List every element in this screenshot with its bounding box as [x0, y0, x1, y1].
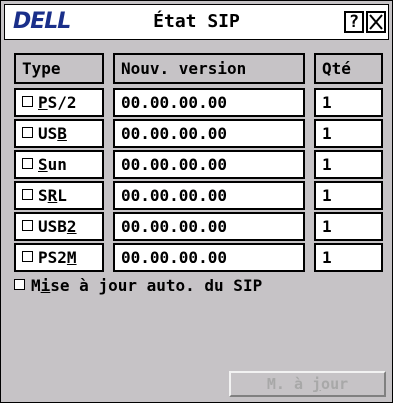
type-checkbox[interactable]: PS2M [14, 243, 104, 272]
type-checkbox[interactable]: SRL [14, 181, 104, 210]
close-button[interactable] [366, 11, 386, 33]
version-cell: 00.00.00.00 [113, 88, 305, 117]
type-checkbox-box[interactable] [22, 220, 33, 231]
version-cell: 00.00.00.00 [113, 150, 305, 179]
type-checkbox[interactable]: USB2 [14, 212, 104, 241]
quantity-cell: 1 [314, 88, 383, 117]
update-button[interactable]: M. à jour [229, 371, 386, 397]
type-checkbox-box[interactable] [22, 158, 33, 169]
auto-update-checkbox[interactable]: Mise à jour auto. du SIP [14, 273, 262, 299]
type-checkbox[interactable]: Sun [14, 150, 104, 179]
quantity-cell: 1 [314, 150, 383, 179]
header-new-version: Nouv. version [113, 53, 305, 84]
auto-update-box[interactable] [14, 279, 25, 290]
version-cell: 00.00.00.00 [113, 212, 305, 241]
type-checkbox-box[interactable] [22, 189, 33, 200]
title-bar: DELL État SIP ? [4, 4, 389, 40]
quantity-cell: 1 [314, 243, 383, 272]
version-cell: 00.00.00.00 [113, 119, 305, 148]
type-checkbox-box[interactable] [22, 251, 33, 262]
quantity-cell: 1 [314, 212, 383, 241]
header-type: Type [14, 53, 104, 84]
window-title: État SIP [153, 11, 240, 32]
version-cell: 00.00.00.00 [113, 181, 305, 210]
version-cell: 00.00.00.00 [113, 243, 305, 272]
type-checkbox-box[interactable] [22, 127, 33, 138]
sip-status-dialog: DELL État SIP ? Type Nouv. version Qté P… [0, 0, 393, 403]
help-icon: ? [348, 12, 360, 32]
type-checkbox[interactable]: USB [14, 119, 104, 148]
type-checkbox[interactable]: PS/2 [14, 88, 104, 117]
type-checkbox-box[interactable] [22, 96, 33, 107]
close-icon [369, 14, 383, 30]
quantity-cell: 1 [314, 119, 383, 148]
quantity-cell: 1 [314, 181, 383, 210]
header-quantity: Qté [314, 53, 383, 84]
help-button[interactable]: ? [344, 11, 364, 33]
